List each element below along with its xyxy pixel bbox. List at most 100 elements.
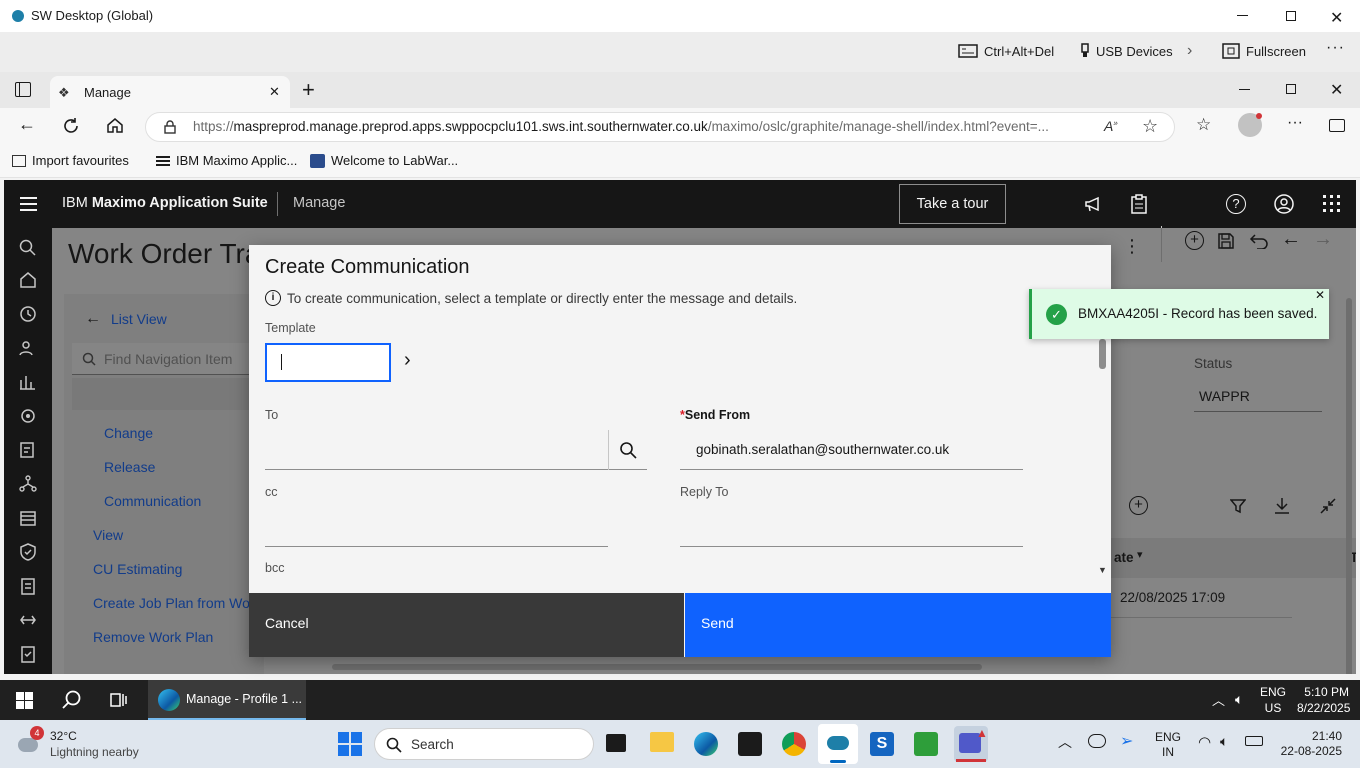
wifi-icon[interactable]: ◠ <box>1198 733 1211 751</box>
cc-input[interactable] <box>265 507 608 547</box>
history-icon[interactable] <box>18 304 38 324</box>
announcement-icon[interactable] <box>1084 195 1102 213</box>
favourite-label: IBM Maximo Applic... <box>176 153 298 168</box>
tab-favicon-icon: ❖ <box>58 85 70 100</box>
cc-label: cc <box>265 485 278 499</box>
take-a-tour-button[interactable]: Take a tour <box>899 184 1006 224</box>
to-lookup-search-icon[interactable] <box>619 441 637 459</box>
tray-chevron-up-icon[interactable]: ︿ <box>1058 732 1072 752</box>
checkmark-icon: ✓ <box>1046 304 1067 325</box>
template-chevron-right-icon[interactable]: › <box>404 349 411 372</box>
tab-manage[interactable]: ❖ Manage ✕ <box>50 76 290 108</box>
tab-actions-icon[interactable] <box>15 82 31 97</box>
taskbar-search-box[interactable]: Search <box>374 728 594 760</box>
back-icon[interactable]: ← <box>18 114 36 135</box>
clipboard-icon[interactable] <box>1131 194 1147 214</box>
location-icon[interactable]: ➢ <box>1120 731 1133 751</box>
local-clock[interactable]: 21:40 22-08-2025 <box>1280 729 1342 759</box>
taskbar-clock[interactable]: 5:10 PM 8/22/2025 <box>1297 684 1350 716</box>
people-icon[interactable] <box>18 338 38 358</box>
favourite-labware[interactable]: Welcome to LabWar... <box>310 153 458 168</box>
task-view-icon[interactable] <box>110 691 128 709</box>
cancel-button[interactable]: Cancel <box>249 593 684 657</box>
onedrive-offline-icon[interactable] <box>1088 734 1106 748</box>
modal-scrollbar-thumb[interactable] <box>1099 339 1106 369</box>
home-rail-icon[interactable] <box>18 270 38 290</box>
success-toast: ✓ BMXAA4205I - Record has been saved. ✕ <box>1029 288 1329 339</box>
reply-to-input[interactable] <box>680 507 1023 547</box>
profile-notification-dot <box>1256 113 1262 119</box>
scroll-down-arrow-icon[interactable]: ▼ <box>1098 565 1107 575</box>
network-icon[interactable] <box>18 474 38 494</box>
help-icon[interactable]: ? <box>1226 194 1246 214</box>
template-input[interactable] <box>265 343 391 382</box>
favourite-ibm-maximo[interactable]: IBM Maximo Applic... <box>156 153 297 168</box>
teams-taskbar-button[interactable]: ▲ <box>954 726 988 762</box>
local-language-indicator[interactable]: ENG IN <box>1155 730 1181 760</box>
favourite-import[interactable]: Import favourites <box>12 153 129 168</box>
app-switcher-icon[interactable] <box>1323 195 1341 213</box>
send-label: Send <box>701 615 734 631</box>
to-input[interactable] <box>265 430 647 470</box>
search-icon[interactable] <box>18 238 38 258</box>
weather-text: Lightning nearby <box>50 745 139 759</box>
home-icon[interactable] <box>106 116 124 134</box>
close-icon[interactable]: ✕ <box>1330 8 1343 28</box>
weather-temperature: 32°C <box>50 729 77 743</box>
add-favourite-icon[interactable]: ☆ <box>1142 116 1158 137</box>
work-orders-icon[interactable] <box>18 440 38 460</box>
favourites-icon[interactable]: ☆ <box>1196 115 1211 135</box>
browser-restore-icon[interactable] <box>1286 84 1296 94</box>
task-view-app-icon[interactable] <box>606 734 626 752</box>
chevron-right-icon[interactable]: › <box>1187 42 1192 60</box>
sw-desktop-taskbar-button[interactable] <box>818 724 858 764</box>
reports-icon[interactable] <box>18 372 38 392</box>
new-tab-icon[interactable]: + <box>302 77 315 103</box>
edge-taskbar-icon[interactable] <box>694 732 718 756</box>
send-from-input[interactable]: gobinath.seralathan@southernwater.co.uk <box>680 430 1023 470</box>
language-indicator[interactable]: ENG US <box>1260 684 1286 716</box>
safety-icon[interactable] <box>18 542 38 562</box>
file-explorer-icon[interactable] <box>650 732 674 752</box>
browser-close-icon[interactable]: ✕ <box>1330 80 1343 100</box>
remote-window-titlebar: SW Desktop (Global) ✕ <box>0 0 1360 32</box>
minimize-icon[interactable] <box>1237 15 1248 16</box>
media-app-icon[interactable] <box>914 732 938 756</box>
planning-icon[interactable] <box>18 644 38 664</box>
toast-close-icon[interactable]: ✕ <box>1315 288 1325 302</box>
notes-app-icon[interactable] <box>738 732 762 756</box>
battery-icon[interactable] <box>1245 736 1263 746</box>
url-field[interactable]: https://maspreprod.manage.preprod.apps.s… <box>145 112 1175 142</box>
ctrl-alt-del-button[interactable]: Ctrl+Alt+Del <box>958 43 1054 59</box>
refresh-icon[interactable] <box>62 117 80 135</box>
browser-minimize-icon[interactable] <box>1239 89 1250 90</box>
taskbar-app-manage[interactable]: Manage - Profile 1 ... <box>148 680 306 720</box>
chrome-icon[interactable] <box>782 732 806 756</box>
windows-start-icon[interactable] <box>16 692 33 709</box>
volume-icon[interactable]: 🔈︎ <box>1235 691 1243 708</box>
tab-close-icon[interactable]: ✕ <box>269 84 280 100</box>
speaker-icon[interactable]: 🔈︎ <box>1220 733 1228 750</box>
purchasing-icon[interactable] <box>18 576 38 596</box>
restore-icon[interactable] <box>1286 11 1296 21</box>
more-options-icon[interactable]: ··· <box>1326 39 1345 57</box>
favourite-label: Import favourites <box>32 153 129 168</box>
read-aloud-icon[interactable]: A» <box>1104 118 1118 134</box>
weather-widget-icon[interactable]: 4 <box>18 726 44 756</box>
windows-start-icon[interactable] <box>338 732 362 756</box>
taskbar-search-icon[interactable] <box>62 690 82 710</box>
module-name: Manage <box>293 195 346 211</box>
user-profile-icon[interactable] <box>1274 194 1294 214</box>
s-app-icon[interactable]: S <box>870 732 894 756</box>
usb-devices-button[interactable]: USB Devices <box>1080 43 1173 59</box>
show-hidden-icons[interactable]: ︿ <box>1212 690 1225 709</box>
usb-devices-label: USB Devices <box>1096 43 1173 59</box>
sidebar-toggle-icon[interactable] <box>1329 119 1345 132</box>
assets-icon[interactable] <box>18 406 38 426</box>
hamburger-menu-icon[interactable] <box>20 197 37 211</box>
send-button[interactable]: Send <box>685 593 1111 657</box>
inventory-icon[interactable] <box>18 508 38 528</box>
fullscreen-button[interactable]: Fullscreen <box>1222 43 1306 59</box>
contracts-icon[interactable] <box>18 610 38 630</box>
settings-more-icon[interactable]: ··· <box>1287 114 1303 132</box>
